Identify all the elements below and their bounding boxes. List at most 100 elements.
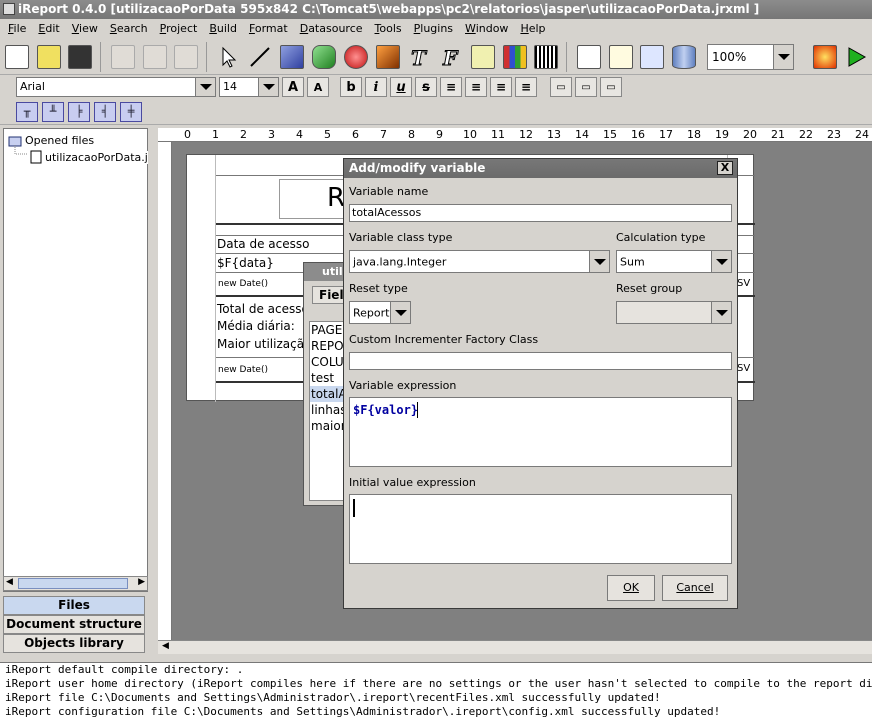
align-top-button[interactable]: ╥ <box>16 101 38 122</box>
align-bottom-button[interactable]: ╨ <box>42 101 64 122</box>
decrease-font-button[interactable]: A <box>307 77 329 97</box>
variable-name-input[interactable]: totalAcessos <box>349 204 732 222</box>
ruler-mark: 5 <box>324 128 331 141</box>
strikethrough-button[interactable]: s <box>415 77 437 97</box>
new-date-1[interactable]: new Date() <box>218 279 268 289</box>
align-right-edge-button[interactable]: ╡ <box>94 101 116 122</box>
new-date-2[interactable]: new Date() <box>218 365 268 375</box>
save-button[interactable] <box>66 41 96 73</box>
field-data[interactable]: $F{data} <box>217 256 274 270</box>
chevron-down-icon[interactable] <box>711 302 731 323</box>
rectangle-tool-button[interactable] <box>277 41 307 73</box>
chevron-down-icon[interactable] <box>195 78 215 96</box>
tab-document-structure[interactable]: Document structure <box>3 615 145 634</box>
cancel-button[interactable]: Cancel <box>662 575 728 601</box>
menu-tools[interactable]: Tools <box>369 19 408 39</box>
menu-edit[interactable]: Edit <box>32 19 65 39</box>
line-tool-button[interactable] <box>246 41 276 73</box>
bold-button[interactable]: b <box>340 77 362 97</box>
static-text-tool-button[interactable]: T <box>404 41 434 73</box>
align-right-button[interactable]: ≡ <box>515 77 537 97</box>
scroll-thumb[interactable] <box>18 578 128 589</box>
console-output: iReport default compile directory: . iRe… <box>0 662 872 722</box>
font-size-combo[interactable]: 14 <box>219 77 279 97</box>
align-justify-button[interactable]: ≡ <box>465 77 487 97</box>
design-horizontal-scrollbar[interactable]: ◀ <box>158 640 872 654</box>
label-total-acesso[interactable]: Total de acesso <box>217 302 309 316</box>
italic-button[interactable]: i <box>365 77 387 97</box>
chevron-down-icon[interactable] <box>390 302 410 323</box>
tree-file-item[interactable]: utilizacaoPorData.j <box>30 150 148 164</box>
app-icon <box>3 3 15 15</box>
report-query-button[interactable] <box>637 41 667 73</box>
class-type-combo[interactable]: java.lang.Integer <box>349 250 610 273</box>
cut-button[interactable] <box>108 41 138 73</box>
close-button[interactable]: X <box>717 161 733 175</box>
barcode-tool-button[interactable] <box>532 41 562 73</box>
run-button[interactable] <box>842 41 872 73</box>
valign-bottom-button[interactable]: ▭ <box>600 77 622 97</box>
ok-button[interactable]: OK <box>607 575 655 601</box>
variable-expression-editor[interactable]: $F{valor} <box>349 397 732 467</box>
label-media-diaria[interactable]: Média diária: <box>217 319 295 333</box>
menu-window[interactable]: Window <box>459 19 514 39</box>
align-left-edge-button[interactable]: ╞ <box>68 101 90 122</box>
font-grow-icon: A <box>287 79 299 95</box>
tab-objects-library[interactable]: Objects library <box>3 634 145 653</box>
label-data-acesso[interactable]: Data de acesso <box>217 237 309 251</box>
paste-button[interactable] <box>171 41 201 73</box>
align-left-button[interactable]: ≡ <box>440 77 462 97</box>
incrementer-input[interactable] <box>349 352 732 370</box>
page-header-button[interactable] <box>574 41 604 73</box>
reset-group-combo[interactable] <box>616 301 732 324</box>
scroll-right-icon[interactable]: ▶ <box>138 577 145 587</box>
tab-files[interactable]: Files <box>3 596 145 615</box>
ellipse-tool-button[interactable] <box>341 41 371 73</box>
subreport-tool-button[interactable] <box>468 41 498 73</box>
open-button[interactable] <box>34 41 64 73</box>
scroll-left-icon[interactable]: ◀ <box>6 577 13 587</box>
chevron-down-icon[interactable] <box>258 78 278 96</box>
align-center-h-button[interactable]: ╪ <box>120 101 142 122</box>
chevron-down-icon[interactable] <box>711 251 731 272</box>
font-family-combo[interactable]: Arial <box>16 77 216 97</box>
valign-top-button[interactable]: ▭ <box>550 77 572 97</box>
menu-datasource[interactable]: Datasource <box>294 19 369 39</box>
reset-type-combo[interactable]: Report <box>349 301 411 324</box>
pointer-tool-button[interactable] <box>214 41 244 73</box>
scroll-left-icon[interactable]: ◀ <box>162 641 169 651</box>
menu-view[interactable]: View <box>66 19 104 39</box>
align-justify-icon: ≡ <box>470 80 482 94</box>
menu-format[interactable]: Format <box>243 19 294 39</box>
new-document-button[interactable] <box>2 41 32 73</box>
menu-project[interactable]: Project <box>154 19 204 39</box>
chevron-down-icon[interactable] <box>773 44 794 69</box>
label-maior-utilizacao[interactable]: Maior utilização: <box>217 337 315 351</box>
menu-help[interactable]: Help <box>514 19 551 39</box>
rounded-rect-tool-button[interactable] <box>309 41 339 73</box>
chart-tool-button[interactable] <box>500 41 530 73</box>
align-center-button[interactable]: ≡ <box>490 77 512 97</box>
copy-button[interactable] <box>140 41 170 73</box>
menu-plugins[interactable]: Plugins <box>408 19 459 39</box>
text-field-tool-button[interactable]: F <box>436 41 466 73</box>
files-panel-scrollbar[interactable]: ◀ ▶ <box>3 576 148 591</box>
valign-middle-button[interactable]: ▭ <box>575 77 597 97</box>
zoom-combo[interactable]: 100% <box>706 43 795 70</box>
increase-font-button[interactable]: A <box>282 77 304 97</box>
open-folder-icon <box>36 44 61 69</box>
underline-button[interactable]: u <box>390 77 412 97</box>
chevron-down-icon[interactable] <box>589 251 609 272</box>
initial-value-editor[interactable] <box>349 494 732 564</box>
database-button[interactable] <box>669 41 699 73</box>
calc-type-combo[interactable]: Sum <box>616 250 732 273</box>
report-list-button[interactable] <box>606 41 636 73</box>
menu-build[interactable]: Build <box>203 19 243 39</box>
image-tool-button[interactable] <box>373 41 403 73</box>
compile-button[interactable] <box>810 41 840 73</box>
menu-file[interactable]: File <box>2 19 32 39</box>
reset-group-label: Reset group <box>616 282 683 295</box>
menu-search[interactable]: Search <box>104 19 154 39</box>
ruler-mark: 20 <box>743 128 757 141</box>
font-size-value: 14 <box>223 80 237 93</box>
